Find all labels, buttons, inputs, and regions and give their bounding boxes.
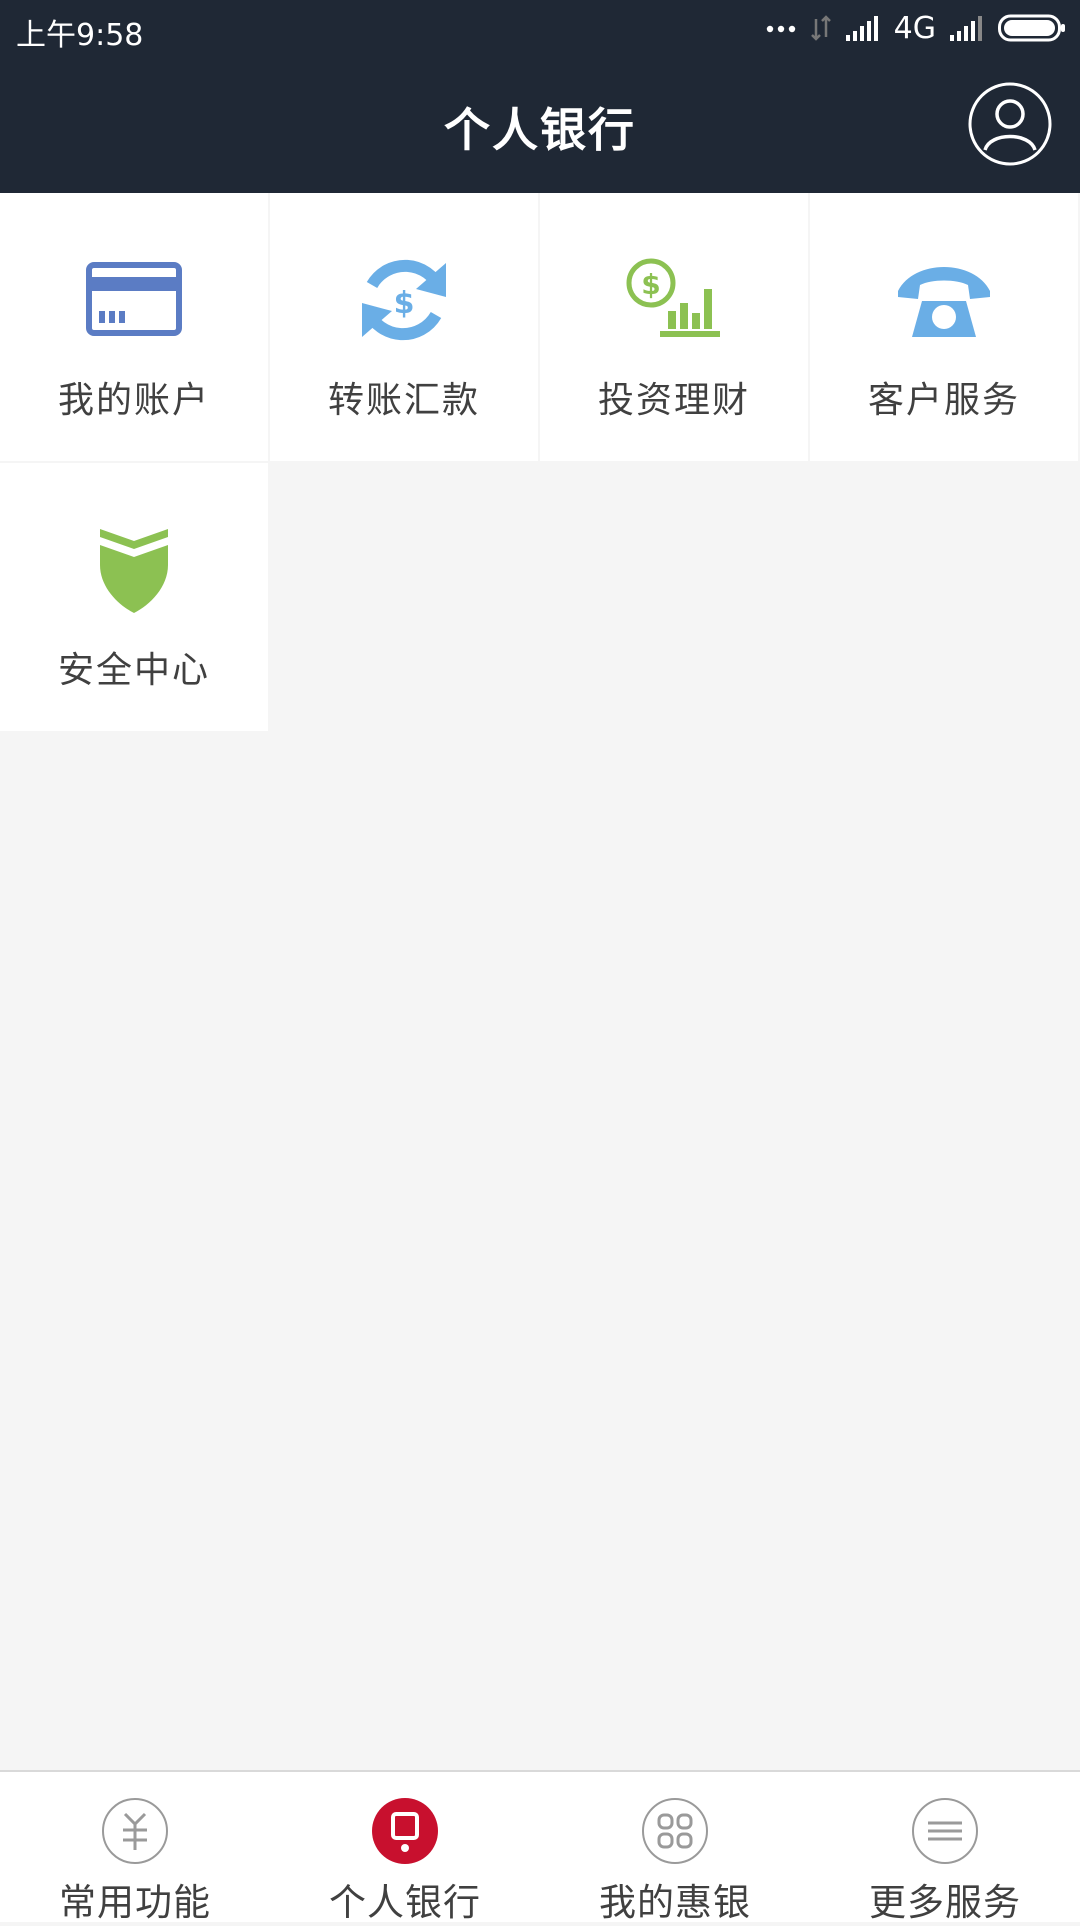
tab-more-services[interactable]: 更多服务 (810, 1772, 1080, 1924)
tab-personal-banking[interactable]: 个人银行 (270, 1772, 540, 1924)
page-title: 个人银行 (444, 103, 636, 157)
grid-four-icon (642, 1798, 708, 1864)
menu-item-my-account[interactable]: 我的账户 (0, 193, 268, 461)
transfer-dollar-icon: $ (362, 259, 446, 341)
yuan-icon (102, 1798, 168, 1864)
tab-my-benefits[interactable]: 我的惠银 (540, 1772, 810, 1924)
svg-text:$: $ (394, 286, 415, 321)
svg-text:$: $ (641, 268, 660, 301)
bank-card-icon (86, 262, 182, 336)
menu-item-label: 客户服务 (867, 380, 1020, 421)
tab-label: 常用功能 (59, 1881, 211, 1924)
tab-label: 更多服务 (869, 1881, 1021, 1924)
tab-label: 个人银行 (329, 1881, 481, 1924)
signal-icon (950, 16, 982, 41)
tab-common-functions[interactable]: 常用功能 (0, 1772, 270, 1924)
menu-item-label: 我的账户 (57, 380, 210, 421)
tab-label: 我的惠银 (599, 1881, 751, 1924)
more-dots-icon (766, 25, 795, 33)
user-profile-icon (968, 82, 1052, 166)
menu-lines-icon (912, 1798, 978, 1864)
menu-item-label: 投资理财 (597, 380, 750, 421)
telephone-icon (898, 267, 990, 337)
menu-item-label: 转账汇款 (327, 380, 480, 421)
status-icons: 4G (766, 10, 1066, 46)
investment-chart-icon: $ (626, 258, 720, 337)
personal-bank-icon (372, 1798, 438, 1864)
menu-item-label: 安全中心 (57, 650, 210, 691)
menu-item-customer-service[interactable]: 客户服务 (810, 193, 1078, 461)
menu-item-investment[interactable]: $ 投资理财 (540, 193, 808, 461)
app-header: 个人银行 (0, 56, 1080, 193)
network-type: 4G (893, 10, 936, 46)
battery-icon (998, 14, 1065, 42)
status-time: 上午9:58 (16, 18, 144, 53)
bottom-tab-bar: 常用功能 个人银行 我的惠银 更多服务 (0, 1770, 1080, 1924)
signal-icon (845, 16, 878, 41)
menu-item-transfer[interactable]: $ 转账汇款 (270, 193, 538, 461)
menu-item-security-center[interactable]: 安全中心 (0, 463, 268, 731)
shield-icon (100, 529, 168, 613)
profile-button[interactable] (968, 82, 1052, 166)
status-bar: 上午9:58 4G (0, 0, 1080, 56)
data-arrows-icon (810, 15, 831, 41)
